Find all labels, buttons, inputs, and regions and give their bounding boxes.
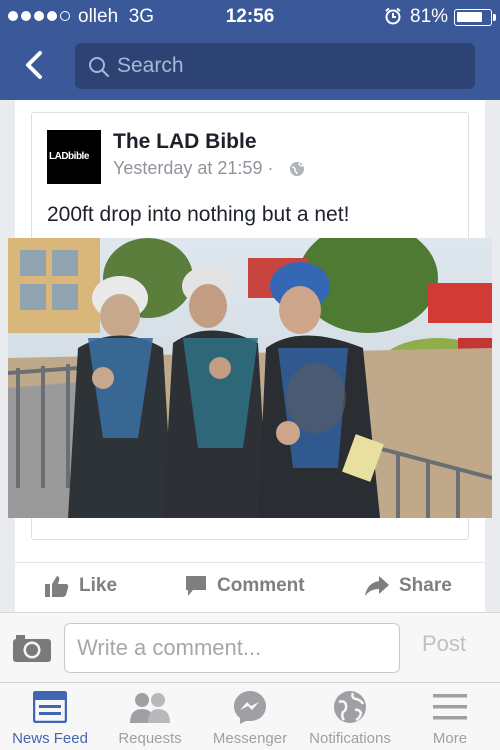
tab-label: More bbox=[432, 730, 468, 747]
like-label: Like bbox=[79, 575, 118, 596]
page-avatar[interactable]: LADbible bbox=[47, 130, 101, 184]
post-comment-button[interactable]: Post bbox=[422, 631, 466, 657]
bottom-tab-bar: News Feed Requests Messenger Notificatio… bbox=[0, 682, 500, 750]
page-name[interactable]: The LAD Bible bbox=[113, 130, 257, 154]
comment-bubble-icon bbox=[186, 576, 206, 596]
battery-percentage: 81% bbox=[410, 6, 449, 27]
post-action-bar: Like Comment Share bbox=[15, 562, 485, 612]
tab-label: Notifications bbox=[309, 730, 391, 747]
messenger-icon bbox=[234, 691, 266, 724]
comment-field[interactable] bbox=[64, 623, 400, 673]
like-button[interactable]: Like bbox=[45, 575, 117, 597]
back-button[interactable] bbox=[20, 50, 50, 80]
tab-requests[interactable]: Requests bbox=[100, 683, 200, 750]
status-bar: olleh 3G 12:56 81% bbox=[0, 0, 500, 34]
tab-label: News Feed bbox=[12, 730, 88, 747]
chevron-left-icon bbox=[26, 51, 42, 79]
tab-label: Messenger bbox=[212, 730, 288, 747]
privacy-globe-icon bbox=[289, 161, 305, 182]
thumbs-up-icon bbox=[45, 576, 69, 597]
search-bar[interactable] bbox=[75, 43, 475, 89]
friends-icon bbox=[130, 693, 170, 723]
comment-label: Comment bbox=[217, 575, 305, 596]
tab-label: Requests bbox=[118, 730, 182, 747]
share-button[interactable]: Share bbox=[365, 575, 452, 597]
post-text: 200ft drop into nothing but a net! bbox=[47, 203, 350, 226]
post-timestamp[interactable]: Yesterday at 21:59 · bbox=[113, 158, 273, 179]
comment-button[interactable]: Comment bbox=[185, 575, 305, 597]
tab-messenger[interactable]: Messenger bbox=[200, 683, 300, 750]
camera-icon bbox=[13, 635, 51, 662]
comment-composer: Post bbox=[0, 612, 500, 682]
news-feed-icon bbox=[33, 691, 67, 723]
tab-more[interactable]: More bbox=[400, 683, 500, 750]
tab-notifications[interactable]: Notifications bbox=[300, 683, 400, 750]
alarm-icon bbox=[384, 7, 402, 31]
tab-news-feed[interactable]: News Feed bbox=[0, 683, 100, 750]
comment-input[interactable] bbox=[65, 624, 399, 672]
battery-icon bbox=[454, 9, 492, 26]
menu-icon bbox=[433, 694, 467, 720]
search-icon bbox=[88, 56, 110, 83]
photo-content bbox=[8, 238, 492, 518]
top-bar: olleh 3G 12:56 81% bbox=[0, 0, 500, 100]
search-input[interactable] bbox=[117, 43, 467, 89]
share-label: Share bbox=[399, 575, 452, 596]
camera-button[interactable] bbox=[12, 633, 52, 668]
post-photo[interactable] bbox=[8, 238, 492, 518]
share-arrow-icon bbox=[365, 576, 389, 596]
globe-icon bbox=[334, 691, 366, 723]
